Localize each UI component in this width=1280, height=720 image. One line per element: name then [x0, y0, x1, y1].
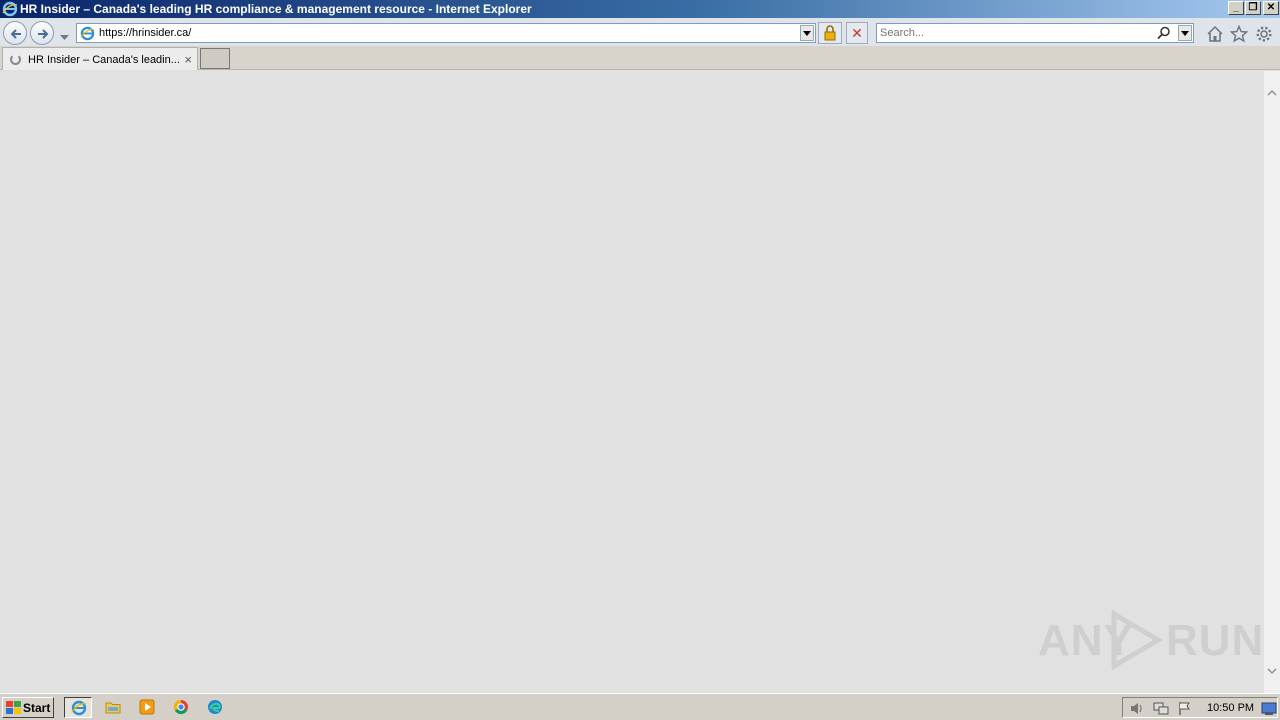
site-favicon-icon	[80, 26, 95, 44]
anyrun-watermark: ANY RUN	[1038, 610, 1263, 670]
watermark-play-icon	[1111, 610, 1163, 670]
lock-icon	[819, 25, 841, 46]
address-dropdown-icon[interactable]	[800, 25, 814, 41]
action-center-flag-icon[interactable]	[1177, 701, 1193, 719]
watermark-text-right: RUN	[1166, 616, 1265, 665]
scroll-up-arrow-icon[interactable]	[1267, 87, 1277, 97]
settings-gear-icon[interactable]	[1255, 25, 1273, 46]
tab-label: HR Insider – Canada's leadin...	[28, 54, 180, 66]
taskbar-file-explorer[interactable]	[99, 697, 127, 718]
search-icon[interactable]	[1157, 26, 1171, 43]
start-button[interactable]: Start	[2, 697, 54, 718]
new-tab-button[interactable]	[200, 48, 230, 69]
favorites-star-icon[interactable]	[1229, 24, 1249, 46]
tab-strip: HR Insider – Canada's leadin... ×	[0, 46, 1280, 70]
search-input[interactable]	[880, 26, 1150, 40]
system-tray: 10:50 PM	[1122, 697, 1278, 718]
media-player-icon	[139, 699, 155, 718]
taskbar-media-player[interactable]	[133, 697, 161, 718]
windows-logo-icon	[6, 701, 21, 718]
loading-spinner-icon	[10, 54, 21, 65]
title-bar[interactable]: HR Insider – Canada's leading HR complia…	[0, 0, 1280, 18]
scroll-down-arrow-icon[interactable]	[1267, 665, 1277, 675]
address-url[interactable]: https://hrinsider.ca/	[99, 27, 191, 39]
start-label: Start	[23, 701, 51, 715]
navigation-bar: https://hrinsider.ca/ ✕	[0, 18, 1280, 46]
internet-explorer-icon	[71, 700, 87, 719]
stop-loading-button[interactable]: ✕	[846, 22, 868, 44]
vertical-scrollbar[interactable]	[1264, 71, 1280, 693]
search-dropdown-icon[interactable]	[1178, 25, 1192, 41]
window-title: HR Insider – Canada's leading HR complia…	[20, 2, 532, 16]
volume-icon[interactable]	[1129, 701, 1145, 719]
taskbar-chrome[interactable]	[167, 697, 195, 718]
system-clock[interactable]: 10:50 PM	[1207, 702, 1254, 714]
network-icon[interactable]	[1153, 701, 1169, 719]
security-lock-button[interactable]	[818, 22, 842, 44]
internet-explorer-icon	[2, 1, 18, 17]
close-tab-icon[interactable]: ×	[184, 52, 192, 67]
search-box[interactable]	[876, 23, 1194, 43]
taskbar-edge[interactable]	[201, 697, 229, 718]
taskbar-internet-explorer[interactable]	[64, 697, 92, 718]
minimize-button[interactable]: _	[1228, 1, 1244, 15]
chrome-icon	[173, 699, 189, 718]
back-button[interactable]	[3, 21, 27, 45]
address-bar[interactable]: https://hrinsider.ca/	[76, 23, 816, 43]
recent-pages-dropdown-icon[interactable]	[60, 30, 69, 44]
tab-hr-insider[interactable]: HR Insider – Canada's leadin... ×	[2, 47, 198, 70]
home-icon[interactable]	[1206, 25, 1224, 46]
taskbar: Start 10:50 PM	[0, 693, 1280, 720]
edge-icon	[207, 699, 223, 718]
restore-button[interactable]: ❐	[1245, 1, 1261, 15]
folder-icon	[105, 699, 121, 718]
show-desktop-icon[interactable]	[1261, 701, 1277, 719]
page-content-area[interactable]	[0, 71, 1264, 693]
close-window-button[interactable]: ✕	[1263, 1, 1279, 15]
forward-button[interactable]	[30, 21, 54, 45]
